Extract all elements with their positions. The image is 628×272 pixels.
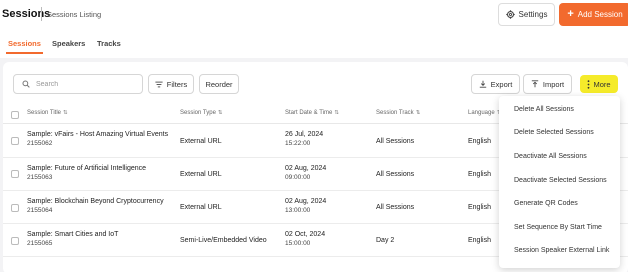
session-language: English	[468, 204, 491, 211]
column-header-label: Session Title	[27, 110, 62, 116]
start-date-cell: 26 Jul, 2024 15:22:00	[285, 131, 323, 147]
page-title: Sessions	[2, 8, 51, 20]
start-time: 15:00:00	[285, 240, 311, 247]
start-time: 09:00:00	[285, 174, 311, 181]
session-track: All Sessions	[376, 171, 415, 178]
menu-item-deactivate-all[interactable]: Deactivate All Sessions	[514, 153, 587, 160]
filters-label: Filters	[166, 79, 188, 89]
start-date-cell: 02 Oct, 2024 15:00:00	[285, 231, 325, 247]
start-date: 02 Aug, 2024	[285, 198, 327, 205]
export-label: Export	[490, 79, 513, 89]
column-header-session-title[interactable]: Session Title ⇅	[27, 110, 68, 116]
start-time: 13:00:00	[285, 207, 311, 214]
session-track: Day 2	[376, 237, 395, 244]
session-title-cell[interactable]: Sample: vFairs - Host Amazing Virtual Ev…	[27, 131, 168, 147]
menu-item-speaker-external-link[interactable]: Session Speaker External Link	[514, 247, 609, 254]
start-date: 02 Oct, 2024	[285, 231, 326, 238]
title-divider	[41, 7, 42, 21]
session-title: Sample: Smart Cities and IoT	[27, 231, 119, 238]
session-type: External URL	[180, 171, 222, 178]
plus-icon: +	[567, 8, 574, 20]
session-title-cell[interactable]: Sample: Blockchain Beyond Cryptocurrency…	[27, 198, 164, 214]
session-title-cell[interactable]: Sample: Future of Artificial Intelligenc…	[27, 165, 146, 181]
session-id: 2155065	[27, 240, 53, 247]
search-icon	[22, 80, 30, 88]
session-track: All Sessions	[376, 138, 415, 145]
gear-icon	[505, 10, 515, 19]
start-date: 02 Aug, 2024	[285, 165, 327, 172]
menu-item-deactivate-selected[interactable]: Deactivate Selected Sessions	[514, 177, 607, 184]
row-checkbox[interactable]	[11, 137, 19, 145]
tab-tracks[interactable]: Tracks	[97, 39, 121, 48]
column-header-label: Session Type	[180, 110, 216, 116]
filters-button[interactable]: Filters	[148, 74, 194, 94]
row-checkbox[interactable]	[11, 237, 19, 245]
session-title-cell[interactable]: Sample: Smart Cities and IoT 2155065	[27, 231, 118, 247]
column-header-language[interactable]: Language⇅	[468, 110, 501, 116]
column-header-start-date[interactable]: Start Date & Time ⇅	[285, 110, 339, 116]
start-date: 26 Jul, 2024	[285, 131, 324, 138]
tab-sessions[interactable]: Sessions	[8, 39, 41, 48]
session-language: English	[468, 171, 491, 178]
session-language: English	[468, 237, 491, 244]
sort-icon: ⇅	[415, 110, 421, 116]
session-id: 2155063	[27, 174, 53, 181]
session-language: English	[468, 138, 491, 145]
settings-label: Settings	[518, 10, 548, 19]
column-header-label: Start Date & Time	[285, 110, 333, 116]
sort-icon: ⇅	[63, 110, 68, 116]
start-date-cell: 02 Aug, 2024 13:00:00	[285, 198, 326, 214]
upload-icon	[531, 80, 539, 88]
search-input[interactable]	[36, 80, 136, 88]
add-session-label: Add Session	[577, 10, 623, 19]
sort-icon: ⇅	[217, 110, 223, 116]
session-type: External URL	[180, 204, 222, 211]
select-all-checkbox[interactable]	[11, 111, 19, 119]
column-header-label: Language	[468, 110, 495, 116]
start-time: 15:22:00	[285, 140, 311, 147]
session-type: External URL	[180, 138, 222, 145]
export-button[interactable]: Export	[471, 74, 520, 94]
tab-speakers[interactable]: Speakers	[52, 39, 85, 48]
reorder-button[interactable]: Reorder	[199, 74, 239, 94]
session-title: Sample: Future of Artificial Intelligenc…	[27, 165, 147, 172]
settings-button[interactable]: Settings	[498, 3, 555, 26]
menu-item-delete-selected[interactable]: Delete Selected Sessions	[514, 129, 594, 136]
import-button[interactable]: Import	[523, 74, 572, 94]
more-dropdown-menu: Delete All Sessions Delete Selected Sess…	[499, 96, 620, 268]
download-icon	[479, 80, 487, 88]
vertical-dots-icon	[587, 79, 590, 89]
session-track: All Sessions	[376, 204, 415, 211]
active-tab-indicator	[6, 52, 43, 54]
reorder-label: Reorder	[205, 79, 233, 89]
row-checkbox[interactable]	[11, 204, 19, 212]
session-title: Sample: vFairs - Host Amazing Virtual Ev…	[27, 131, 169, 138]
menu-item-delete-all[interactable]: Delete All Sessions	[514, 106, 574, 113]
session-id: 2155064	[27, 207, 53, 214]
session-title: Sample: Blockchain Beyond Cryptocurrency	[27, 198, 164, 205]
column-header-label: Session Track	[376, 110, 414, 116]
menu-item-generate-qr[interactable]: Generate QR Codes	[514, 200, 578, 207]
sort-icon: ⇅	[334, 110, 339, 116]
more-label: More	[593, 79, 611, 89]
session-type: Semi-Live/Embedded Video	[180, 237, 267, 244]
add-session-button[interactable]: + Add Session	[559, 3, 628, 26]
search-box[interactable]	[13, 74, 143, 94]
import-label: Import	[542, 79, 565, 89]
column-header-session-type[interactable]: Session Type ⇅	[180, 110, 223, 116]
column-header-session-track[interactable]: Session Track ⇅	[376, 110, 420, 116]
menu-item-set-sequence[interactable]: Set Sequence By Start Time	[514, 224, 602, 231]
session-id: 2155062	[27, 140, 53, 147]
start-date-cell: 02 Aug, 2024 09:00:00	[285, 165, 326, 181]
page-subtitle: Sessions Listing	[47, 10, 102, 19]
filter-icon	[155, 81, 163, 88]
more-button[interactable]: More	[580, 75, 618, 93]
row-checkbox[interactable]	[11, 170, 19, 178]
